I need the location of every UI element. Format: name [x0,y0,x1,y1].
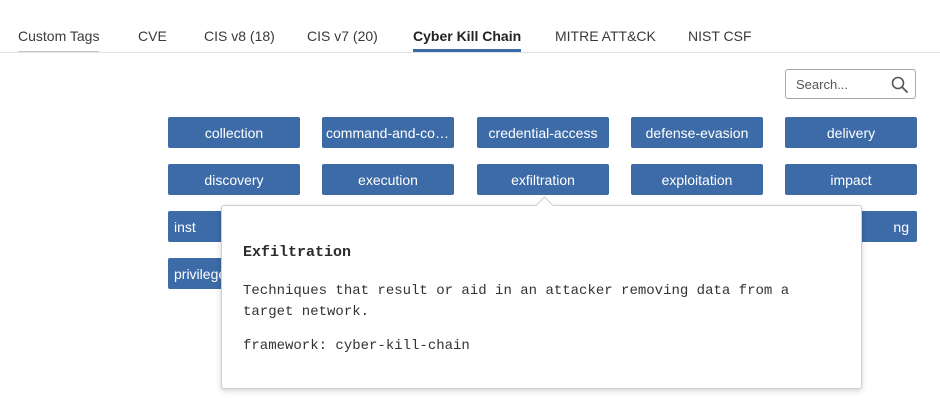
tab-mitre-attack[interactable]: MITRE ATT&CK [555,28,656,52]
tag-label: defense-evasion [645,124,749,141]
tag-credential-access[interactable]: credential-access [477,117,609,148]
tag-label: exploitation [661,171,733,188]
tag-tooltip: Exfiltration Techniques that result or a… [221,196,862,389]
tag-impact[interactable]: impact [785,164,917,195]
search-input[interactable] [786,70,896,98]
tag-exfiltration[interactable]: exfiltration [477,164,609,195]
tooltip-arrow [535,196,554,215]
tag-label: discovery [204,171,264,188]
tag-label: ng [893,218,909,235]
tag-label: delivery [826,124,876,141]
tag-label: command-and-control [326,124,450,141]
tag-label: privilege [174,265,227,282]
search-icon[interactable] [891,76,908,93]
tab-custom-tags[interactable]: Custom Tags [18,28,100,52]
tag-label: credential-access [488,124,598,141]
tab-nist-csf[interactable]: NIST CSF [688,28,752,52]
tag-defense-evasion[interactable]: defense-evasion [631,117,763,148]
tooltip-framework: framework: cyber-kill-chain [243,338,470,354]
tab-cve[interactable]: CVE [138,28,167,52]
tooltip-title: Exfiltration [243,244,352,261]
tooltip-description: Techniques that result or aid in an atta… [243,283,790,320]
tab-cyber-kill-chain[interactable]: Cyber Kill Chain [413,28,522,52]
tag-discovery[interactable]: discovery [168,164,300,195]
framework-tabs: Custom Tags CVE CIS v8 (18) CIS v7 (20) … [0,0,940,53]
tag-label: inst [174,218,196,235]
tab-cis-v7[interactable]: CIS v7 (20) [307,28,378,52]
tag-label: impact [830,171,872,188]
tag-execution[interactable]: execution [322,164,454,195]
tag-label: exfiltration [511,171,575,188]
tag-collection[interactable]: collection [168,117,300,148]
tag-label: execution [358,171,418,188]
tag-delivery[interactable]: delivery [785,117,917,148]
tag-label: collection [204,124,264,141]
search-box [785,69,916,99]
tab-cis-v8[interactable]: CIS v8 (18) [204,28,275,52]
tag-exploitation[interactable]: exploitation [631,164,763,195]
tag-command-and-control[interactable]: command-and-control [322,117,454,148]
